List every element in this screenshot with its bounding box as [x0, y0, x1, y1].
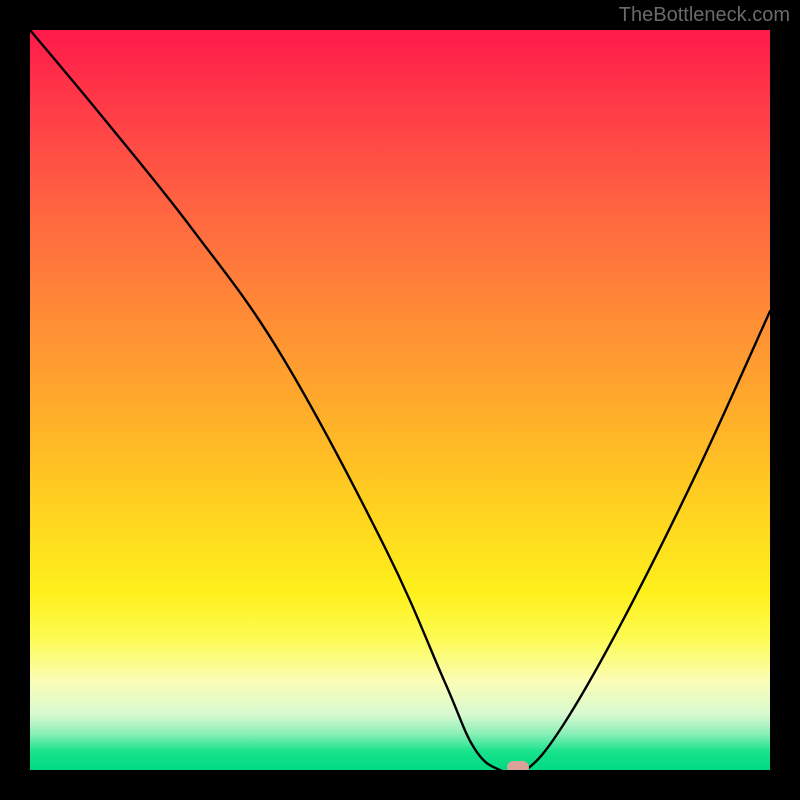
chart-plot-area — [30, 30, 770, 770]
bottleneck-curve-line — [30, 30, 770, 770]
chart-curve-svg — [30, 30, 770, 770]
optimal-point-marker — [507, 761, 529, 770]
watermark-text: TheBottleneck.com — [619, 4, 790, 27]
